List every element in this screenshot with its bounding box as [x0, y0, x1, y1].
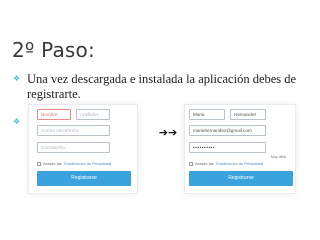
- register-button[interactable]: Registrarse: [37, 171, 131, 186]
- password-input[interactable]: Contraseña: [37, 142, 110, 153]
- email-input[interactable]: Correo electrónico: [37, 125, 110, 136]
- password-strength-label: Muy débil: [271, 155, 286, 159]
- first-name-input[interactable]: Maria: [189, 109, 225, 120]
- terms-link[interactable]: Condiciones de Privacidad: [64, 161, 111, 166]
- last-name-input[interactable]: Apellidos: [76, 109, 110, 120]
- terms-link[interactable]: Condiciones de Privacidad: [216, 161, 263, 166]
- first-name-input[interactable]: Nombre: [37, 109, 71, 120]
- password-input[interactable]: ••••••••••: [189, 142, 266, 153]
- email-input[interactable]: mariahernandez@gmail.com: [189, 125, 266, 136]
- register-form-empty: Nombre Apellidos Correo electrónico Cont…: [28, 104, 138, 194]
- bullet-icon: ❖: [13, 117, 21, 126]
- arrow-right-icon: ➔➔: [158, 126, 178, 139]
- last-name-input[interactable]: Hernandez: [230, 109, 266, 120]
- register-button[interactable]: Registrarse: [189, 171, 293, 186]
- slide-title: 2º Paso:: [12, 38, 95, 62]
- register-form-filled: Maria Hernandez mariahernandez@gmail.com…: [184, 104, 296, 194]
- terms-checkbox-row[interactable]: Acepto las Condiciones de Privacidad: [189, 161, 263, 166]
- terms-prefix: Acepto las: [195, 161, 214, 166]
- terms-checkbox[interactable]: [189, 161, 193, 166]
- terms-checkbox-row[interactable]: Acepto las Condiciones de Privacidad: [37, 161, 111, 166]
- bullet-text: Una vez descargada e instalada la aplica…: [27, 72, 297, 101]
- terms-prefix: Acepto las: [43, 161, 62, 166]
- terms-checkbox[interactable]: [37, 161, 41, 166]
- bullet-icon: ❖: [13, 74, 21, 83]
